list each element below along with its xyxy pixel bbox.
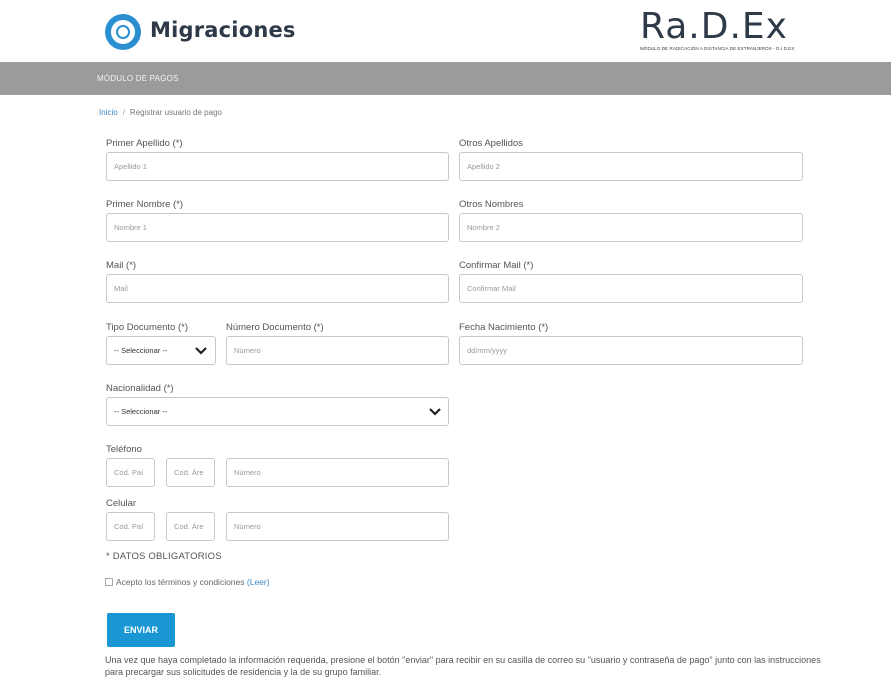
migraciones-logo-icon bbox=[105, 14, 141, 50]
primer-apellido-input[interactable]: Apellido 1 bbox=[106, 152, 449, 181]
terms-checkbox[interactable] bbox=[105, 578, 113, 586]
primer-nombre-input[interactable]: Nombre 1 bbox=[106, 213, 449, 242]
otros-apellidos-label: Otros Apellidos bbox=[459, 138, 523, 149]
mail-label: Mail (*) bbox=[106, 260, 137, 271]
chevron-down-icon bbox=[195, 346, 207, 356]
radex-logo-text: Ra.D.Ex bbox=[640, 6, 788, 47]
primer-apellido-label: Primer Apellido (*) bbox=[106, 138, 183, 149]
mail-input[interactable]: Mail bbox=[106, 274, 449, 303]
tipo-documento-label: Tipo Documento (*) bbox=[106, 322, 189, 333]
confirmar-mail-label: Confirmar Mail (*) bbox=[459, 260, 534, 271]
celular-numero-input[interactable]: Número bbox=[226, 512, 449, 541]
nacionalidad-select[interactable]: -- Seleccionar -- bbox=[106, 397, 449, 426]
numero-documento-label: Número Documento (*) bbox=[226, 322, 324, 333]
telefono-numero-input[interactable]: Número bbox=[226, 458, 449, 487]
confirmar-mail-input[interactable]: Confirmar Mail bbox=[459, 274, 803, 303]
breadcrumb-home-link[interactable]: Inicio bbox=[99, 108, 118, 117]
chevron-down-icon bbox=[429, 407, 441, 417]
fecha-nacimiento-input[interactable]: dd/mm/yyyy bbox=[459, 336, 803, 365]
info-text: Una vez que haya completado la informaci… bbox=[105, 655, 821, 677]
breadcrumb-separator: / bbox=[122, 108, 125, 117]
breadcrumb-current: Registrar usuario de pago bbox=[129, 108, 222, 117]
telefono-area-input[interactable]: Cod. Áre bbox=[166, 458, 215, 487]
tipo-documento-select[interactable]: -- Seleccionar -- bbox=[106, 336, 216, 365]
section-bar: MÓDULO DE PAGOS bbox=[0, 62, 891, 95]
celular-pais-input[interactable]: Cod. Paí bbox=[106, 512, 155, 541]
otros-nombres-input[interactable]: Nombre 2 bbox=[459, 213, 803, 242]
radex-logo: Ra.D.Ex MÓDULO DE RADICACIÓN A DISTANCIA… bbox=[640, 8, 810, 52]
celular-label: Celular bbox=[106, 498, 137, 509]
header: Migraciones Ra.D.Ex MÓDULO DE RADICACIÓN… bbox=[0, 0, 891, 62]
fecha-nacimiento-label: Fecha Nacimiento (*) bbox=[459, 322, 549, 333]
telefono-label: Teléfono bbox=[106, 444, 142, 455]
nacionalidad-value: -- Seleccionar -- bbox=[114, 407, 168, 416]
breadcrumb: Inicio / Registrar usuario de pago bbox=[99, 108, 222, 117]
radex-subtitle: MÓDULO DE RADICACIÓN A DISTANCIA DE EXTR… bbox=[640, 46, 795, 51]
nacionalidad-label: Nacionalidad (*) bbox=[106, 383, 174, 394]
section-bar-title: MÓDULO DE PAGOS bbox=[97, 74, 179, 83]
primer-nombre-label: Primer Nombre (*) bbox=[106, 199, 184, 210]
celular-area-input[interactable]: Cod. Áre bbox=[166, 512, 215, 541]
otros-apellidos-input[interactable]: Apellido 2 bbox=[459, 152, 803, 181]
brand-name: Migraciones bbox=[150, 18, 296, 42]
terms-row: Acepto los términos y condiciones (Leer) bbox=[105, 577, 270, 587]
terms-read-link[interactable]: (Leer) bbox=[247, 577, 270, 587]
telefono-pais-input[interactable]: Cod. Paí bbox=[106, 458, 155, 487]
required-fields-note: * DATOS OBLIGATORIOS bbox=[106, 551, 222, 562]
submit-button[interactable]: ENVIAR bbox=[107, 613, 175, 647]
numero-documento-input[interactable]: Número bbox=[226, 336, 449, 365]
otros-nombres-label: Otros Nombres bbox=[459, 199, 524, 210]
terms-text: Acepto los términos y condiciones bbox=[116, 577, 245, 587]
tipo-documento-value: -- Seleccionar -- bbox=[114, 346, 168, 355]
